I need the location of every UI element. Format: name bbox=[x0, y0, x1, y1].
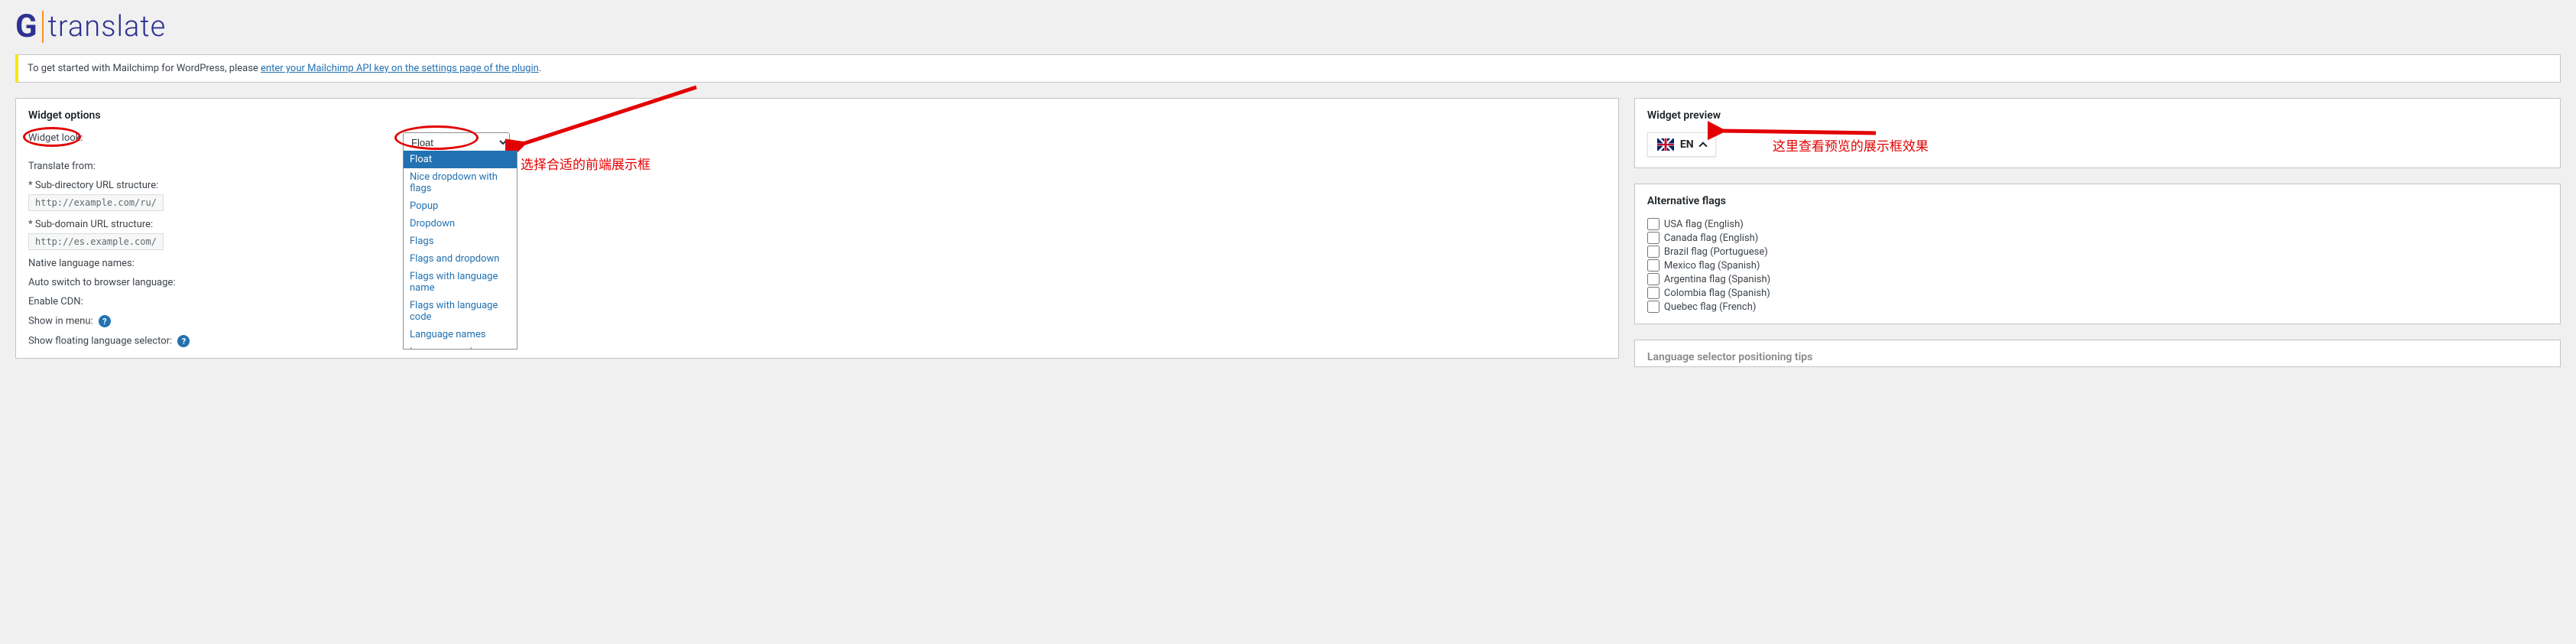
help-icon[interactable]: ? bbox=[177, 335, 190, 347]
alternative-flags-panel: Alternative flags USA flag (English) Cana… bbox=[1634, 184, 2561, 324]
enable-cdn-label: Enable CDN: bbox=[28, 296, 403, 307]
widget-options-title: Widget options bbox=[28, 109, 1606, 122]
help-icon[interactable]: ? bbox=[99, 315, 111, 327]
sub-domain-label: * Sub-domain URL structure: bbox=[28, 219, 153, 230]
widget-options-panel: Widget options Widget look: Float FloatN… bbox=[15, 98, 1619, 359]
alt-flag-item[interactable]: Argentina flag (Spanish) bbox=[1647, 273, 2548, 285]
show-floating-label: Show floating language selector: bbox=[28, 336, 172, 347]
widget-look-option[interactable]: Language names bbox=[404, 326, 517, 343]
alt-flag-item[interactable]: USA flag (English) bbox=[1647, 218, 2548, 230]
alt-flag-checkbox[interactable] bbox=[1647, 246, 1659, 258]
alt-flag-checkbox[interactable] bbox=[1647, 273, 1659, 285]
alt-flag-checkbox[interactable] bbox=[1647, 287, 1659, 299]
alt-flag-item[interactable]: Brazil flag (Portuguese) bbox=[1647, 246, 2548, 258]
alternative-flags-title: Alternative flags bbox=[1647, 195, 2548, 207]
positioning-title: Language selector positioning tips bbox=[1647, 351, 2548, 363]
alt-flag-checkbox[interactable] bbox=[1647, 232, 1659, 244]
alt-flag-label: Argentina flag (Spanish) bbox=[1664, 274, 1770, 285]
alt-flag-item[interactable]: Quebec flag (French) bbox=[1647, 301, 2548, 313]
show-menu-label: Show in menu: bbox=[28, 316, 93, 327]
sub-dir-label: * Sub-directory URL structure: bbox=[28, 180, 158, 191]
widget-look-option[interactable]: Float bbox=[404, 151, 517, 168]
alt-flag-checkbox[interactable] bbox=[1647, 218, 1659, 230]
widget-look-option[interactable]: Dropdown bbox=[404, 215, 517, 233]
widget-preview-title: Widget preview bbox=[1647, 109, 2548, 122]
alt-flag-checkbox[interactable] bbox=[1647, 259, 1659, 272]
translate-from-label: Translate from: bbox=[28, 161, 403, 172]
widget-look-select[interactable]: Float bbox=[403, 132, 510, 153]
uk-flag-icon bbox=[1657, 138, 1674, 151]
widget-look-option[interactable]: Flags with language name bbox=[404, 268, 517, 297]
logo-divider bbox=[42, 11, 44, 43]
auto-switch-label: Auto switch to browser language: bbox=[28, 277, 403, 288]
widget-look-option[interactable]: Language codes bbox=[404, 343, 517, 350]
positioning-panel: Language selector positioning tips bbox=[1634, 340, 2561, 367]
logo-text: translate bbox=[48, 10, 167, 44]
notice-suffix: . bbox=[539, 63, 541, 74]
preview-lang-code: EN bbox=[1680, 138, 1694, 151]
preview-language-button[interactable]: EN bbox=[1647, 132, 1716, 157]
logo: G translate bbox=[15, 8, 2561, 45]
alt-flag-item[interactable]: Mexico flag (Spanish) bbox=[1647, 259, 2548, 272]
widget-look-label: Widget look: bbox=[28, 132, 403, 144]
mailchimp-notice: To get started with Mailchimp for WordPr… bbox=[15, 54, 2561, 83]
widget-look-option[interactable]: Flags and dropdown bbox=[404, 250, 517, 268]
annotation-text-preview: 这里查看预览的展示框效果 bbox=[1773, 135, 1929, 154]
alt-flag-label: USA flag (English) bbox=[1664, 219, 1744, 230]
alt-flag-item[interactable]: Colombia flag (Spanish) bbox=[1647, 287, 2548, 299]
native-names-label: Native language names: bbox=[28, 258, 403, 269]
widget-look-option[interactable]: Flags with language code bbox=[404, 297, 517, 326]
alt-flag-item[interactable]: Canada flag (English) bbox=[1647, 232, 2548, 244]
alt-flag-checkbox[interactable] bbox=[1647, 301, 1659, 313]
widget-look-option[interactable]: Popup bbox=[404, 197, 517, 215]
chevron-up-icon bbox=[1698, 141, 1707, 150]
alt-flag-label: Brazil flag (Portuguese) bbox=[1664, 246, 1768, 258]
alt-flag-label: Canada flag (English) bbox=[1664, 233, 1758, 244]
notice-prefix: To get started with Mailchimp for WordPr… bbox=[28, 63, 261, 74]
alt-flag-label: Quebec flag (French) bbox=[1664, 301, 1757, 313]
widget-look-option[interactable]: Nice dropdown with flags bbox=[404, 168, 517, 197]
sub-domain-url: http://es.example.com/ bbox=[28, 233, 164, 250]
alt-flag-label: Colombia flag (Spanish) bbox=[1664, 288, 1770, 299]
notice-link[interactable]: enter your Mailchimp API key on the sett… bbox=[261, 63, 539, 74]
alt-flag-label: Mexico flag (Spanish) bbox=[1664, 260, 1760, 272]
logo-g: G bbox=[15, 8, 37, 45]
widget-preview-panel: Widget preview EN 这里查看预览的展示框效果 bbox=[1634, 98, 2561, 168]
widget-look-dropdown: FloatNice dropdown with flagsPopupDropdo… bbox=[403, 151, 517, 350]
widget-look-option[interactable]: Flags bbox=[404, 233, 517, 250]
sub-dir-url: http://example.com/ru/ bbox=[28, 194, 164, 211]
